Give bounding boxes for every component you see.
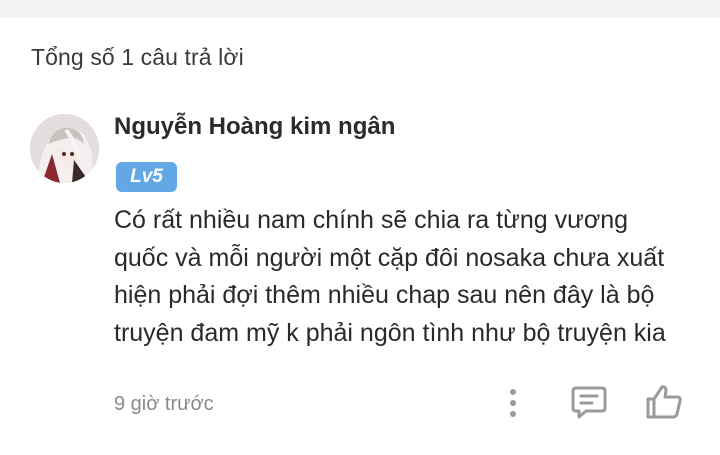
more-vertical-icon[interactable] <box>504 386 522 420</box>
comment-timestamp: 9 giờ trước <box>114 393 214 415</box>
comment-line: quốc và mỗi người một cặp đôi nosaka chư… <box>114 243 665 272</box>
avatar[interactable] <box>30 114 99 183</box>
top-divider-strip <box>0 0 720 18</box>
thumbs-up-icon[interactable] <box>644 384 684 420</box>
comment-text: Có rất nhiều nam chính sẽ chia ra từng v… <box>114 202 704 352</box>
comment-reply-icon[interactable] <box>570 384 608 420</box>
level-badge: Lv5 <box>116 162 177 192</box>
level-badge-label: Lv5 <box>130 166 163 187</box>
comment-line: hiện phải đợi thêm nhiều chap sau nên đâ… <box>114 281 655 309</box>
answer-count-title: Tổng số 1 câu trả lời <box>31 44 244 70</box>
avatar-image <box>30 114 99 183</box>
comment-line: Có rất nhiều nam chính sẽ chia ra từng v… <box>114 206 629 234</box>
comment-line: truyện đam mỹ k phải ngôn tình như bộ tr… <box>114 318 666 347</box>
username[interactable]: Nguyễn Hoàng kim ngân <box>114 113 395 141</box>
